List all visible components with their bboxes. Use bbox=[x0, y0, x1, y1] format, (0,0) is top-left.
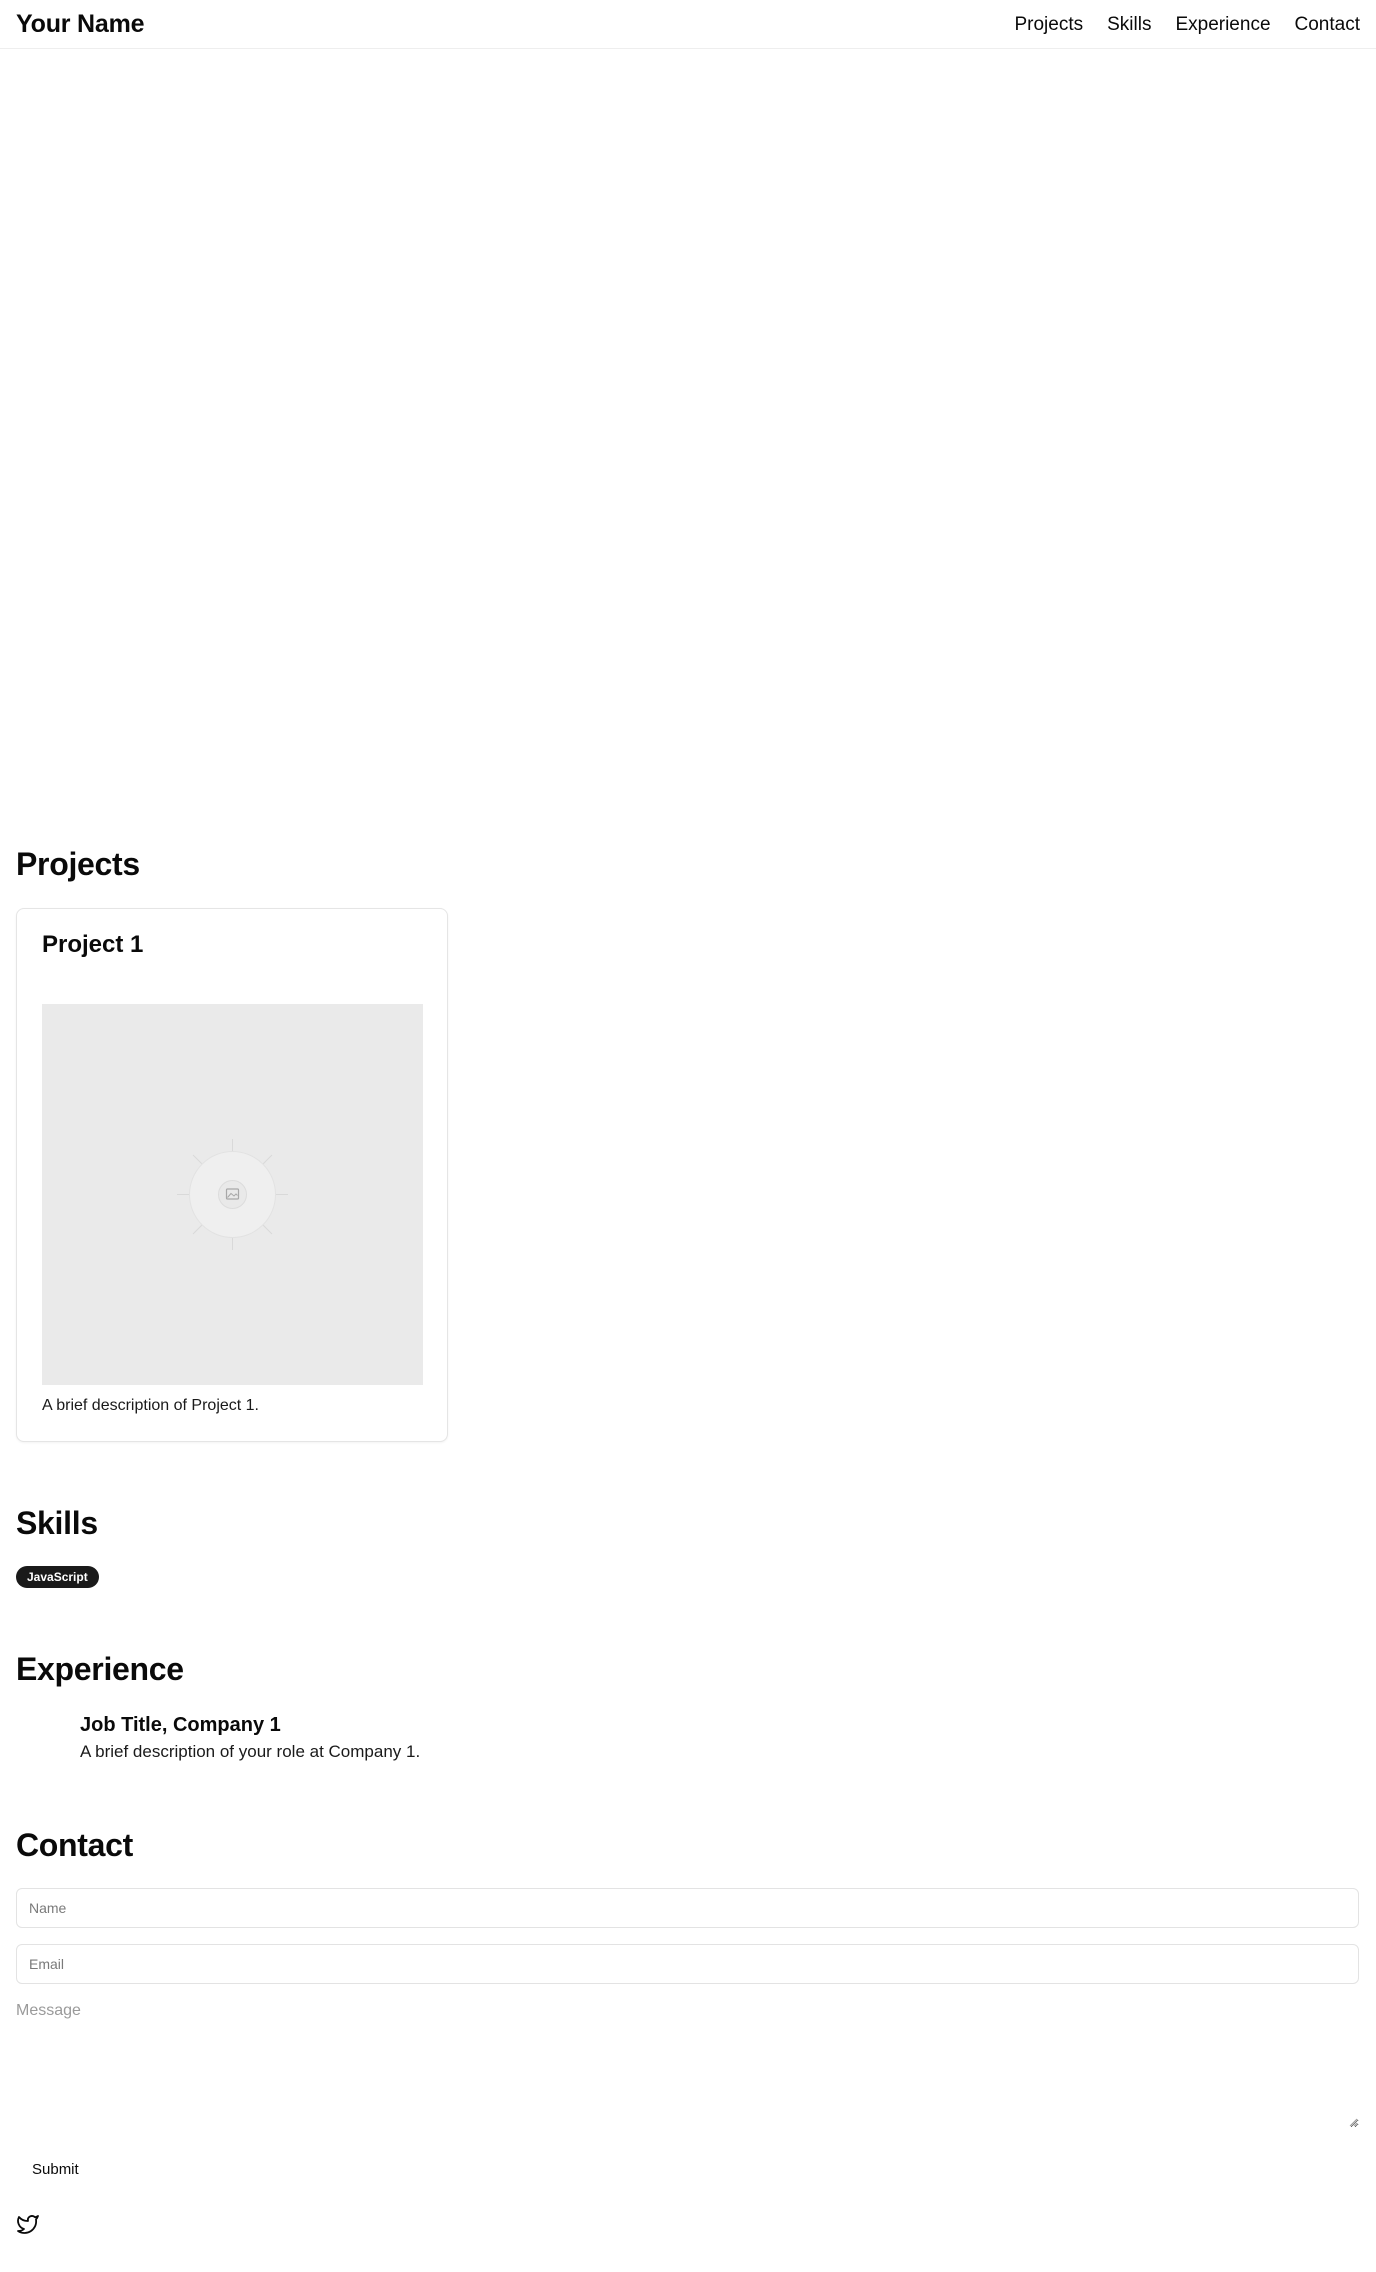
image-placeholder-icon bbox=[177, 1139, 288, 1250]
job-description: A brief description of your role at Comp… bbox=[80, 1742, 421, 1761]
nav-link-experience[interactable]: Experience bbox=[1175, 15, 1270, 34]
site-header: Your Name Projects Skills Experience Con… bbox=[0, 0, 1376, 49]
skill-badge: JavaScript bbox=[16, 1566, 99, 1588]
projects-heading: Projects bbox=[16, 846, 140, 882]
experience-heading: Experience bbox=[16, 1651, 184, 1687]
email-input[interactable] bbox=[16, 1944, 1359, 1984]
contact-heading: Contact bbox=[16, 1827, 134, 1863]
project-description: A brief description of Project 1. bbox=[42, 1397, 259, 1414]
twitter-icon bbox=[17, 2215, 39, 2234]
project-title: Project 1 bbox=[42, 931, 144, 958]
job-title: Job Title, Company 1 bbox=[80, 1714, 281, 1736]
project-card: Project 1 A brief description of Project… bbox=[16, 908, 448, 1442]
resize-handle-icon[interactable] bbox=[1348, 2117, 1358, 2127]
main-nav: Projects Skills Experience Contact bbox=[1014, 15, 1360, 34]
brand-name[interactable]: Your Name bbox=[16, 10, 145, 39]
nav-link-skills[interactable]: Skills bbox=[1107, 15, 1151, 34]
twitter-link[interactable] bbox=[16, 2212, 40, 2236]
submit-button[interactable]: Submit bbox=[16, 2155, 95, 2183]
skills-heading: Skills bbox=[16, 1505, 98, 1541]
message-textarea[interactable] bbox=[16, 1998, 1359, 2128]
nav-link-contact[interactable]: Contact bbox=[1295, 15, 1360, 34]
nav-link-projects[interactable]: Projects bbox=[1014, 15, 1083, 34]
project-image bbox=[42, 1004, 423, 1385]
name-input[interactable] bbox=[16, 1888, 1359, 1928]
